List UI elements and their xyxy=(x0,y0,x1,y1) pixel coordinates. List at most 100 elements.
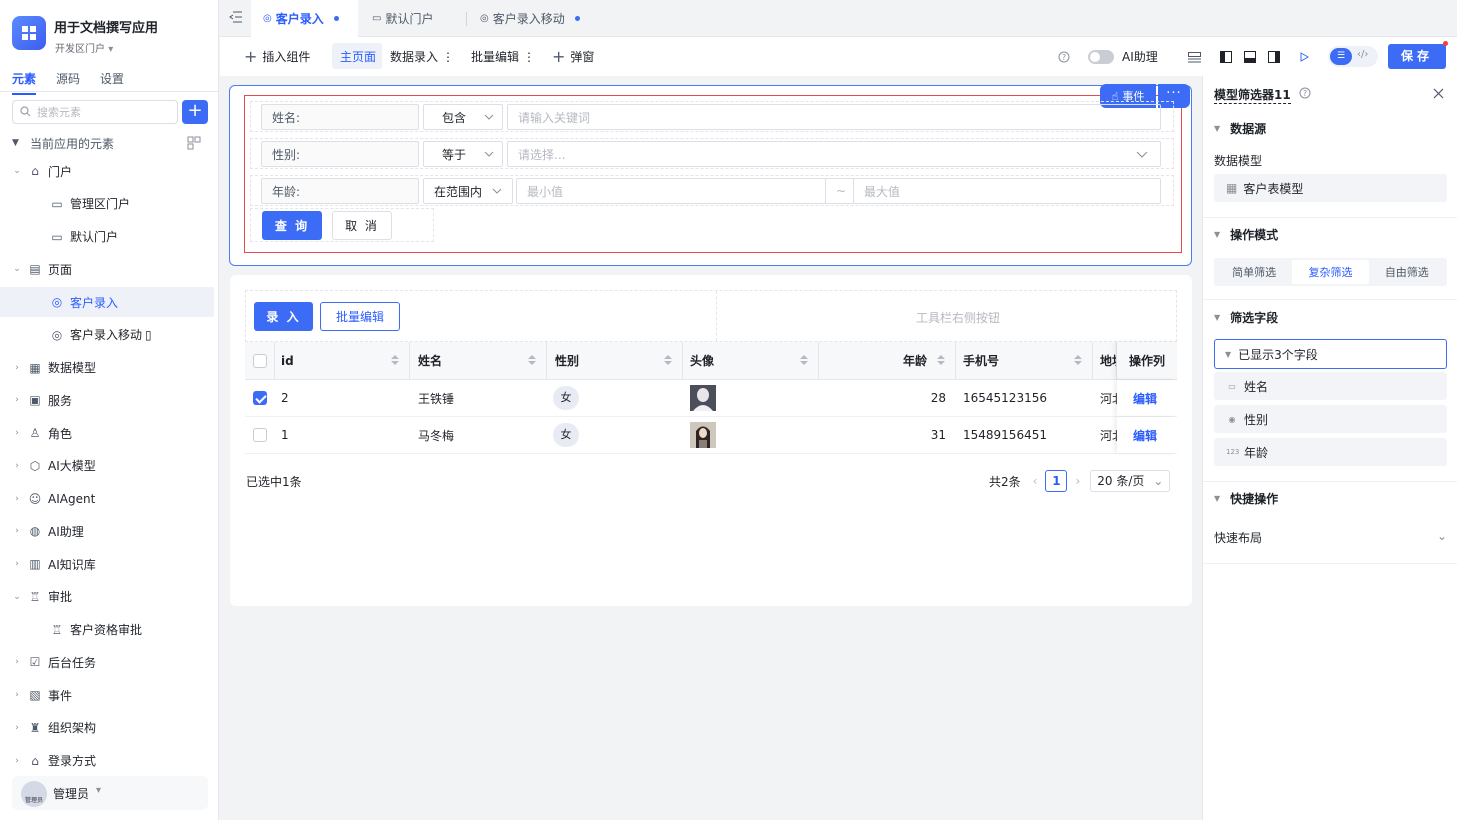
sort-icon[interactable] xyxy=(664,355,672,365)
gender-select[interactable]: 请选择... xyxy=(507,141,1161,167)
chevron-down-icon[interactable]: ⌄ xyxy=(12,166,22,176)
quick-layout-row[interactable]: 快速布局 ⌄ xyxy=(1214,529,1447,546)
column-name[interactable]: 姓名 xyxy=(410,342,547,379)
sidebar-item[interactable]: › ♙ 角色 xyxy=(0,418,214,448)
code-mode-icon[interactable]: ‹/› xyxy=(1357,49,1368,60)
chevron-right-icon[interactable]: › xyxy=(12,756,22,766)
filter-op-select[interactable]: 包含 xyxy=(423,104,503,130)
sidebar-item[interactable]: ◎ 客户录入移动 ▯ xyxy=(0,320,214,350)
tree-header[interactable]: ▼ 当前应用的元素 xyxy=(0,128,214,158)
tab-batch-edit[interactable]: 批量编辑 ⋮ xyxy=(471,37,535,76)
age-min-input[interactable]: 最小值 xyxy=(516,178,826,204)
chevron-right-icon[interactable]: › xyxy=(12,395,22,405)
chevron-right-icon[interactable]: › xyxy=(12,657,22,667)
query-button[interactable]: 查 询 xyxy=(262,211,322,240)
add-popup-button[interactable]: + 弹窗 xyxy=(552,37,594,76)
column-phone[interactable]: 手机号 xyxy=(956,342,1093,379)
sidebar-item[interactable]: › ☺ AIAgent xyxy=(0,484,214,514)
section-filter-fields[interactable]: ▼ 筛选字段 xyxy=(1214,308,1278,326)
filter-field-gender[interactable]: 性别: xyxy=(261,141,419,167)
sidebar-item[interactable]: ⌄ ♖ 审批 xyxy=(0,582,214,612)
fields-dropdown[interactable]: ▼ 已显示3个字段 xyxy=(1214,339,1447,369)
section-datasource[interactable]: ▼ 数据源 xyxy=(1214,119,1266,137)
insert-component-button[interactable]: + 插入组件 xyxy=(244,37,310,76)
ai-assistant-toggle[interactable]: AI助理 xyxy=(1088,37,1158,76)
bottom-panel-icon[interactable] xyxy=(1242,49,1258,65)
chevron-right-icon[interactable]: › xyxy=(12,363,22,373)
sidebar-item[interactable]: › ⌂ 登录方式 xyxy=(0,746,214,776)
sidebar-item[interactable]: ◎ 客户录入 xyxy=(0,287,214,317)
filter-field-age[interactable]: 年龄: xyxy=(261,178,419,204)
chevron-right-icon[interactable]: › xyxy=(12,494,22,504)
save-button[interactable]: 保存 xyxy=(1388,44,1446,69)
mode-free[interactable]: 自由筛选 xyxy=(1369,260,1445,284)
portal-selector[interactable]: 开发区门户 ▾ xyxy=(55,40,113,55)
tab-customer-entry[interactable]: ◎ 客户录入 xyxy=(251,0,358,37)
next-page-icon[interactable]: › xyxy=(1075,474,1080,488)
field-item-gender[interactable]: ◉ 性别 xyxy=(1214,405,1447,433)
mode-simple[interactable]: 简单筛选 xyxy=(1216,260,1292,284)
layout-icon[interactable] xyxy=(1186,49,1202,65)
filter-field-name[interactable]: 姓名: xyxy=(261,104,419,130)
chevron-right-icon[interactable]: › xyxy=(12,428,22,438)
section-operation-mode[interactable]: ▼ 操作模式 xyxy=(1214,225,1278,243)
name-keyword-input[interactable]: 请输入关键词 xyxy=(507,104,1161,130)
sidebar-item[interactable]: › ⬡ AI大模型 xyxy=(0,451,214,481)
field-item-name[interactable]: ▭ 姓名 xyxy=(1214,372,1447,400)
tab-default-portal[interactable]: ▭ 默认门户 xyxy=(360,0,466,37)
column-avatar[interactable]: 头像 xyxy=(683,342,819,379)
help-icon[interactable]: ? xyxy=(1299,87,1311,99)
close-icon[interactable] xyxy=(1433,88,1444,99)
chevron-right-icon[interactable]: › xyxy=(12,526,22,536)
select-all-checkbox[interactable] xyxy=(252,353,267,368)
batch-edit-button[interactable]: 批量编辑 xyxy=(320,302,400,331)
sidebar-item[interactable]: › ☑ 后台任务 xyxy=(0,647,214,677)
row-checkbox[interactable] xyxy=(253,391,267,405)
column-address[interactable]: 地址 xyxy=(1093,342,1117,379)
sort-icon[interactable] xyxy=(1074,355,1082,365)
filter-op-select[interactable]: 等于 xyxy=(423,141,503,167)
help-icon[interactable]: ? xyxy=(1056,49,1072,65)
table-row[interactable]: 2 王铁锤 女 28 16545123156 河北 编辑 xyxy=(245,380,1177,417)
sidebar-item[interactable]: ⌄ ⌂ 门户 xyxy=(0,156,214,186)
edit-link[interactable]: 编辑 xyxy=(1133,427,1157,444)
sidebar-item[interactable]: › ▥ AI知识库 xyxy=(0,549,214,579)
edit-link[interactable]: 编辑 xyxy=(1133,390,1157,407)
sidebar-item[interactable]: › ◍ AI助理 xyxy=(0,516,214,546)
row-checkbox[interactable] xyxy=(253,428,267,442)
cancel-button[interactable]: 取 消 xyxy=(332,211,392,240)
sidebar-item[interactable]: ▭ 默认门户 xyxy=(0,222,214,252)
sort-icon[interactable] xyxy=(528,355,536,365)
sidebar-item[interactable]: ▭ 管理区门户 xyxy=(0,189,214,219)
admin-bar[interactable]: 管理员 管理员 ▾ xyxy=(12,776,208,810)
right-panel-icon[interactable] xyxy=(1266,49,1282,65)
locate-icon[interactable] xyxy=(187,136,201,150)
sidebar-item[interactable]: ⌄ ▤ 页面 xyxy=(0,254,214,284)
entry-button[interactable]: 录 入 xyxy=(254,302,313,331)
chevron-right-icon[interactable]: › xyxy=(12,690,22,700)
tab-customer-entry-mobile[interactable]: ◎ 客户录入移动 xyxy=(468,0,598,37)
field-item-age[interactable]: 123 年龄 xyxy=(1214,438,1447,466)
search-input[interactable] xyxy=(37,103,173,121)
preview-play-icon[interactable] xyxy=(1296,49,1312,65)
sort-icon[interactable] xyxy=(391,355,399,365)
sidebar-item[interactable]: › ▦ 数据模型 xyxy=(0,353,214,383)
filter-op-select[interactable]: 在范围内 xyxy=(423,178,513,204)
page-number[interactable]: 1 xyxy=(1045,470,1068,492)
model-filter-component[interactable]: ☝ 事件 ··· 姓名: 包含 请输入关键词 性别: 等于 请选择... 年龄: … xyxy=(229,84,1192,266)
sort-icon[interactable] xyxy=(800,355,808,365)
mode-complex[interactable]: 复杂筛选 xyxy=(1292,260,1369,284)
tab-main-page[interactable]: 主页面 xyxy=(340,37,376,76)
column-id[interactable]: id xyxy=(275,342,410,379)
sidebar-item[interactable]: › ♜ 组织架构 xyxy=(0,713,214,743)
toggle-switch[interactable] xyxy=(1088,49,1114,64)
add-element-button[interactable]: + xyxy=(182,100,208,124)
sort-icon[interactable] xyxy=(937,355,945,365)
table-row[interactable]: 1 马冬梅 女 31 15489156451 河北 编辑 xyxy=(245,417,1177,454)
left-panel-icon[interactable] xyxy=(1218,49,1234,65)
design-mode-icon[interactable]: ☰ xyxy=(1330,48,1352,65)
prev-page-icon[interactable]: ‹ xyxy=(1033,474,1038,488)
chevron-down-icon[interactable]: ⌄ xyxy=(12,592,22,602)
chevron-right-icon[interactable]: › xyxy=(12,461,22,471)
data-model-field[interactable]: ▦ 客户表模型 xyxy=(1214,174,1447,202)
